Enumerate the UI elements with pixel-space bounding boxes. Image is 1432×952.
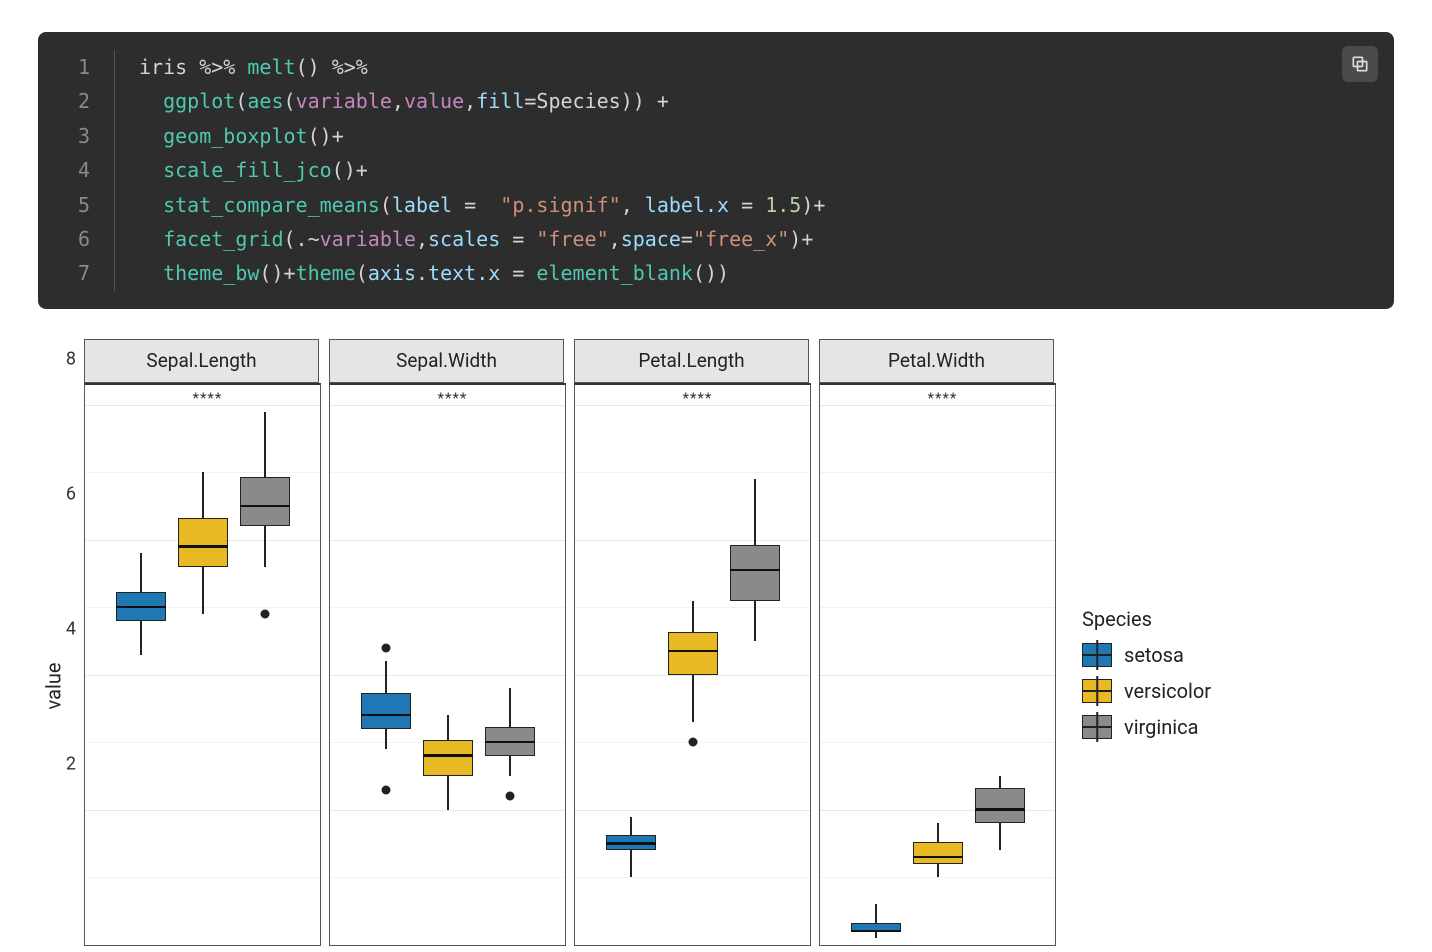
code-content: ggplot(aes(variable,value,fill=Species))…	[115, 84, 669, 118]
boxplot	[730, 385, 780, 945]
legend-title: Species	[1082, 607, 1211, 631]
code-line: 5 stat_compare_means(label = "p.signif",…	[60, 188, 1372, 222]
legend-item: virginica	[1082, 715, 1211, 739]
facet-strip: Sepal.Length	[84, 339, 319, 383]
boxplot	[361, 385, 411, 945]
copy-button[interactable]	[1342, 46, 1378, 82]
legend-label: versicolor	[1124, 679, 1211, 703]
boxplot	[668, 385, 718, 945]
code-content: geom_boxplot()+	[115, 119, 344, 153]
line-number: 6	[60, 222, 115, 256]
boxplot	[485, 385, 535, 945]
boxplot	[116, 385, 166, 945]
boxplot	[606, 385, 656, 945]
panel: ****	[819, 383, 1056, 946]
line-number: 5	[60, 188, 115, 222]
panel: ****	[84, 383, 321, 946]
facet-row: Sepal.Length****Sepal.Width****Petal.Len…	[84, 339, 1054, 946]
code-content: scale_fill_jco()+	[115, 153, 368, 187]
line-number: 1	[60, 50, 115, 84]
outlier	[505, 792, 514, 801]
copy-icon	[1350, 54, 1370, 74]
legend-item: setosa	[1082, 643, 1211, 667]
code-line: 4 scale_fill_jco()+	[60, 153, 1372, 187]
outlier	[260, 610, 269, 619]
legend-label: setosa	[1124, 643, 1184, 667]
legend-item: versicolor	[1082, 679, 1211, 703]
facet: Sepal.Width****	[329, 339, 564, 946]
panel: ****	[329, 383, 566, 946]
code-line: 3 geom_boxplot()+	[60, 119, 1372, 153]
line-number: 7	[60, 256, 115, 290]
code-line: 1iris %>% melt() %>%	[60, 50, 1372, 84]
code-content: stat_compare_means(label = "p.signif", l…	[115, 188, 825, 222]
facet: Petal.Length****	[574, 339, 809, 946]
outlier	[688, 738, 697, 747]
legend-key-icon	[1082, 715, 1112, 739]
y-tick: 2	[66, 753, 76, 774]
chart-area: value 2468 Sepal.Length****Sepal.Width**…	[44, 339, 1432, 946]
outlier	[381, 643, 390, 652]
code-line: 6 facet_grid(.~variable,scales = "free",…	[60, 222, 1372, 256]
legend-label: virginica	[1124, 715, 1199, 739]
legend-key-icon	[1082, 643, 1112, 667]
facet-strip: Petal.Length	[574, 339, 809, 383]
panel: ****	[574, 383, 811, 946]
boxplot	[975, 385, 1025, 945]
facet: Sepal.Length****	[84, 339, 319, 946]
line-number: 2	[60, 84, 115, 118]
boxplot	[240, 385, 290, 945]
code-block: 1iris %>% melt() %>%2 ggplot(aes(variabl…	[38, 32, 1394, 309]
facet-strip: Sepal.Width	[329, 339, 564, 383]
code-content: theme_bw()+theme(axis.text.x = element_b…	[115, 256, 729, 290]
line-number: 4	[60, 153, 115, 187]
legend-key-icon	[1082, 679, 1112, 703]
code-line: 7 theme_bw()+theme(axis.text.x = element…	[60, 256, 1372, 290]
code-content: facet_grid(.~variable,scales = "free",sp…	[115, 222, 813, 256]
facet-strip: Petal.Width	[819, 339, 1054, 383]
facet: Petal.Width****	[819, 339, 1054, 946]
y-tick: 8	[66, 348, 76, 369]
outlier	[381, 785, 390, 794]
code-line: 2 ggplot(aes(variable,value,fill=Species…	[60, 84, 1372, 118]
y-tick: 4	[66, 618, 76, 639]
boxplot	[851, 385, 901, 945]
legend: Species setosa versicolor virginica	[1082, 607, 1211, 751]
code-content: iris %>% melt() %>%	[115, 50, 368, 84]
boxplot	[178, 385, 228, 945]
boxplot	[423, 385, 473, 945]
y-axis-ticks: 2 4 6 8	[44, 339, 84, 945]
y-tick: 6	[66, 483, 76, 504]
line-number: 3	[60, 119, 115, 153]
boxplot	[913, 385, 963, 945]
